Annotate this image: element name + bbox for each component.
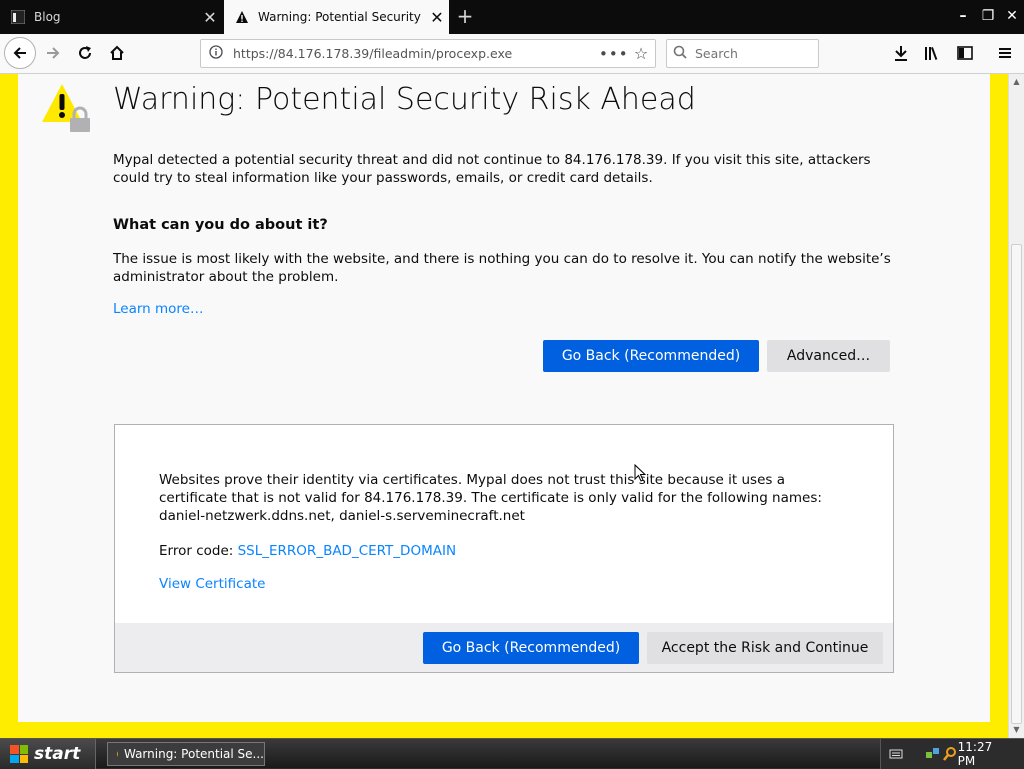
network-icon[interactable] bbox=[925, 746, 941, 762]
scroll-down-icon[interactable]: ▼ bbox=[1009, 722, 1024, 738]
home-icon bbox=[110, 45, 124, 60]
error-code-line: Error code: SSL_ERROR_BAD_CERT_DOMAIN bbox=[159, 543, 456, 559]
search-bar[interactable] bbox=[666, 39, 819, 68]
sidebar-icon bbox=[957, 46, 973, 60]
accept-risk-button[interactable]: Accept the Risk and Continue bbox=[647, 632, 883, 664]
advanced-panel-footer: Go Back (Recommended) Accept the Risk an… bbox=[115, 623, 893, 672]
minimize-button[interactable]: – bbox=[952, 5, 974, 27]
advanced-button[interactable]: Advanced… bbox=[767, 340, 890, 372]
page-actions-icon[interactable]: ••• bbox=[599, 45, 628, 63]
start-label: start bbox=[34, 744, 81, 764]
close-tab-icon[interactable]: ✕ bbox=[198, 8, 222, 27]
back-arrow-icon bbox=[13, 47, 26, 59]
library-icon bbox=[925, 47, 938, 60]
advanced-panel: Websites prove their identity via certif… bbox=[114, 424, 894, 673]
url-bar[interactable]: https://84.176.178.39/fileadmin/procexp.… bbox=[200, 39, 656, 68]
reload-icon bbox=[79, 46, 91, 59]
taskbar-window-button[interactable]: Warning: Potential Se... bbox=[107, 742, 265, 766]
go-back-button[interactable]: Go Back (Recommended) bbox=[543, 340, 759, 372]
scrollbar-thumb[interactable] bbox=[1011, 244, 1022, 724]
system-tray: 11:27 PM bbox=[880, 739, 1024, 769]
view-certificate-link[interactable]: View Certificate bbox=[159, 576, 265, 592]
download-icon bbox=[895, 46, 907, 61]
menu-button[interactable] bbox=[990, 38, 1020, 68]
back-button[interactable] bbox=[4, 37, 36, 69]
error-code-label: Error code: bbox=[159, 543, 238, 559]
taskbar-window-title: Warning: Potential Se... bbox=[123, 747, 264, 761]
start-button[interactable]: start bbox=[0, 739, 96, 769]
page-viewport: Warning: Potential Security Risk Ahead M… bbox=[0, 74, 1024, 738]
site-info-icon[interactable] bbox=[209, 45, 227, 62]
home-button[interactable] bbox=[102, 38, 132, 68]
blog-favicon-icon bbox=[10, 9, 26, 25]
new-tab-button[interactable]: + bbox=[452, 4, 478, 30]
reload-button[interactable] bbox=[70, 38, 100, 68]
clock[interactable]: 11:27 PM bbox=[958, 740, 1012, 768]
forward-arrow-icon bbox=[47, 47, 60, 59]
warning-description: Mypal detected a potential security thre… bbox=[113, 152, 871, 186]
search-tray-icon[interactable] bbox=[942, 746, 958, 762]
tab-title: Warning: Potential Security Risk A bbox=[258, 10, 425, 24]
error-page: Warning: Potential Security Risk Ahead M… bbox=[18, 74, 990, 722]
keyboard-icon[interactable] bbox=[889, 748, 903, 760]
tab-warning[interactable]: Warning: Potential Security Risk A ✕ bbox=[224, 0, 449, 34]
sidebar-button[interactable] bbox=[950, 38, 980, 68]
tab-blog[interactable]: Blog ✕ bbox=[0, 0, 222, 34]
section-heading: What can you do about it? bbox=[113, 217, 328, 233]
go-back-button-secondary[interactable]: Go Back (Recommended) bbox=[423, 632, 639, 664]
tab-title: Blog bbox=[34, 10, 61, 24]
tab-bar: Blog ✕ Warning: Potential Security Risk … bbox=[0, 0, 1024, 34]
vertical-scrollbar[interactable]: ▲ ▼ bbox=[1008, 74, 1024, 738]
error-code-link[interactable]: SSL_ERROR_BAD_CERT_DOMAIN bbox=[238, 543, 456, 559]
scroll-up-icon[interactable]: ▲ bbox=[1009, 74, 1024, 90]
browser-app-icon bbox=[117, 751, 118, 757]
taskbar: start Warning: Potential Se... 11:27 PM bbox=[0, 738, 1024, 769]
learn-more-link[interactable]: Learn more… bbox=[113, 301, 204, 317]
certificate-explanation: Websites prove their identity via certif… bbox=[159, 472, 822, 524]
downloads-button[interactable] bbox=[886, 38, 916, 68]
warning-lock-icon bbox=[40, 82, 92, 134]
library-button[interactable] bbox=[918, 38, 948, 68]
navigation-toolbar: https://84.176.178.39/fileadmin/procexp.… bbox=[0, 34, 1024, 74]
search-icon bbox=[673, 45, 695, 63]
restore-button[interactable]: ❐ bbox=[977, 5, 999, 27]
close-tab-icon[interactable]: ✕ bbox=[425, 8, 449, 27]
issue-description: The issue is most likely with the websit… bbox=[113, 251, 891, 285]
url-text[interactable]: https://84.176.178.39/fileadmin/procexp.… bbox=[233, 46, 599, 61]
forward-button[interactable] bbox=[38, 38, 68, 68]
bookmark-star-icon[interactable]: ☆ bbox=[627, 44, 655, 63]
search-input[interactable] bbox=[695, 46, 805, 61]
warning-favicon-icon bbox=[234, 9, 250, 25]
windows-logo-icon bbox=[10, 745, 28, 763]
mouse-cursor-icon bbox=[634, 464, 646, 482]
hamburger-menu-icon bbox=[999, 48, 1011, 58]
close-window-button[interactable]: ✕ bbox=[1001, 5, 1023, 27]
page-title: Warning: Potential Security Risk Ahead bbox=[113, 82, 696, 117]
